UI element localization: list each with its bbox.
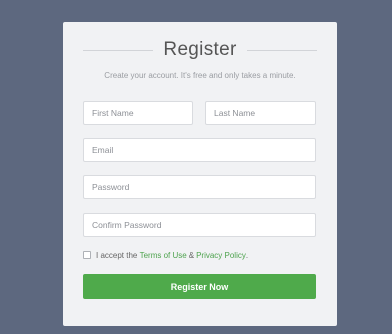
email-field[interactable] — [83, 138, 316, 162]
terms-row: I accept the Terms of Use & Privacy Policy… — [83, 249, 248, 261]
register-now-button[interactable]: Register Now — [83, 274, 316, 299]
terms-prefix: I accept the — [96, 250, 138, 260]
terms-of-use-link[interactable]: Terms of Use — [140, 251, 187, 260]
privacy-policy-link[interactable]: Privacy Policy — [196, 251, 246, 260]
password-field[interactable] — [83, 175, 316, 199]
title-rule-left — [83, 49, 154, 51]
title-row: Register — [83, 38, 317, 62]
page-title: Register — [163, 39, 237, 60]
register-card: Register Create your account. It's free … — [63, 22, 337, 326]
terms-suffix: . — [245, 250, 249, 260]
confirm-password-field[interactable] — [83, 213, 316, 237]
title-rule-right — [246, 49, 317, 51]
terms-checkbox[interactable] — [83, 251, 91, 259]
last-name-field[interactable] — [205, 101, 316, 125]
form-subtitle: Create your account. It's free and only … — [104, 71, 296, 80]
first-name-field[interactable] — [83, 101, 193, 125]
terms-joiner: & — [188, 250, 195, 260]
